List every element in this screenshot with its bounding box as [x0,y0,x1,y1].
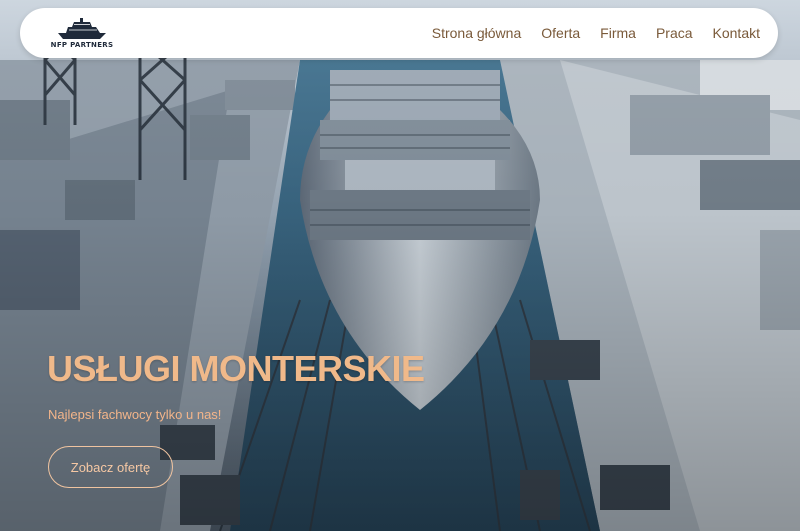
see-offer-button[interactable]: Zobacz ofertę [48,446,173,488]
navbar: NFP PARTNERS Strona główna Oferta Firma … [20,8,778,58]
hero-title: USŁUGI MONTERSKIE [47,348,425,389]
ship-icon [58,17,106,39]
hero-subtitle: Najlepsi fachwocy tylko u nas! [48,407,222,422]
logo[interactable]: NFP PARTNERS [46,17,118,49]
nav-contact[interactable]: Kontakt [713,25,760,41]
nav-offer[interactable]: Oferta [541,25,580,41]
nav-home[interactable]: Strona główna [432,25,522,41]
nav-company[interactable]: Firma [600,25,636,41]
main-nav: Strona główna Oferta Firma Praca Kontakt [412,25,760,41]
logo-text: NFP PARTNERS [50,40,114,49]
nav-jobs[interactable]: Praca [656,25,693,41]
